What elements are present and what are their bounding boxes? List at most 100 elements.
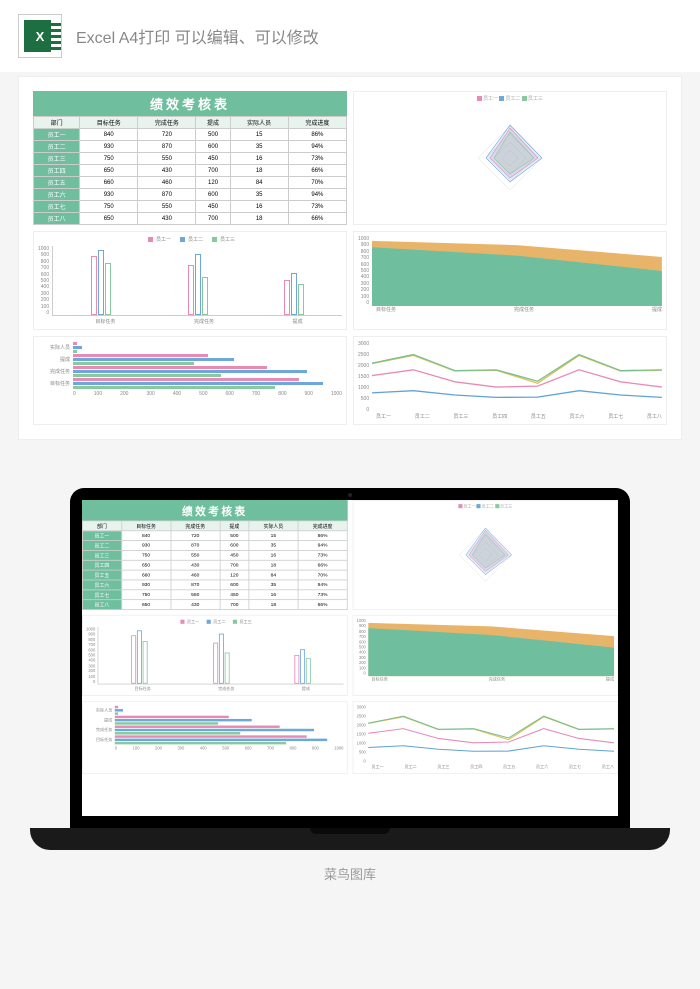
table-row: 员工三7505504501673%	[82, 550, 347, 560]
col-header: 实际人员	[230, 117, 288, 129]
bar-group	[188, 254, 208, 315]
bar	[294, 655, 299, 684]
table-title: 绩效考核表	[33, 91, 347, 116]
bar	[300, 649, 305, 683]
table-row: 员工五6604601208470%	[34, 177, 347, 189]
hbar	[73, 370, 307, 373]
bar	[131, 635, 136, 683]
hbar	[115, 719, 252, 721]
table-row: 员工六9308706003594%	[34, 189, 347, 201]
laptop-base	[30, 828, 670, 850]
preview-sheet: 绩效考核表部门目标任务完成任务提成实际人员完成进度员工一840720500158…	[18, 76, 682, 440]
hbar-row: 实际人员	[86, 706, 343, 715]
horizontal-bar-chart: 实际人员提成完成任务目标任务01002003004005006007008009…	[82, 701, 348, 774]
bar	[188, 265, 194, 315]
hbar-row: 完成任务	[38, 366, 342, 377]
performance-table: 绩效考核表部门目标任务完成任务提成实际人员完成进度员工一840720500158…	[33, 91, 347, 225]
bar-group	[294, 649, 310, 683]
table-row: 员工七7505504501673%	[82, 590, 347, 600]
bar-legend: 员工一员工二员工三	[38, 236, 342, 243]
bar	[224, 652, 229, 684]
performance-table: 绩效考核表部门目标任务完成任务提成实际人员完成进度员工一840720500158…	[82, 500, 348, 610]
hbar	[115, 729, 314, 731]
area-chart: 10009008007006005004003002001000目标任务完成任务…	[353, 615, 618, 696]
table-row: 员工二9308706003594%	[34, 141, 347, 153]
hbar	[115, 735, 307, 737]
excel-icon: X	[18, 14, 62, 58]
col-header: 部门	[82, 521, 121, 531]
hbar	[115, 716, 229, 718]
laptop-mockup: 绩效考核表部门目标任务完成任务提成实际人员完成进度员工一840720500158…	[0, 488, 700, 850]
laptop-screen: 绩效考核表部门目标任务完成任务提成实际人员完成进度员工一840720500158…	[70, 488, 630, 828]
table-row: 员工三7505504501673%	[34, 153, 347, 165]
bar	[306, 658, 311, 684]
hbar	[73, 350, 77, 353]
col-header: 目标任务	[121, 521, 170, 531]
bar-group	[213, 634, 229, 684]
radar-chart: 员工一 员工二 员工三	[353, 500, 618, 610]
hbar-row: 目标任务	[86, 735, 343, 744]
bar	[105, 263, 111, 316]
bar-chart: 员工一员工二员工三1000900800700600500400300200100…	[33, 231, 347, 330]
horizontal-bar-chart: 实际人员提成完成任务目标任务01002003004005006007008009…	[33, 336, 347, 425]
bar-group	[284, 273, 304, 315]
col-header: 完成任务	[138, 117, 196, 129]
bar	[195, 254, 201, 315]
bar-group	[131, 630, 147, 683]
hbar	[73, 342, 77, 345]
hbar	[73, 362, 194, 365]
table-title: 绩效考核表	[82, 500, 348, 521]
hbar-row: 提成	[38, 354, 342, 365]
col-header: 完成进度	[288, 117, 346, 129]
area-chart: 10009008007006005004003002001000目标任务完成任务…	[353, 231, 667, 330]
hbar-row: 提成	[86, 716, 343, 725]
hbar	[115, 709, 123, 711]
col-header: 目标任务	[80, 117, 138, 129]
hbar	[73, 366, 267, 369]
page-header: X Excel A4打印 可以编辑、可以修改	[0, 0, 700, 72]
hbar	[73, 374, 221, 377]
hbar	[115, 712, 119, 714]
table-row: 员工五6604601208470%	[82, 570, 347, 580]
excel-icon-label: X	[24, 20, 56, 52]
bar	[98, 250, 104, 315]
col-header: 部门	[34, 117, 80, 129]
hbar	[73, 358, 234, 361]
col-header: 完成任务	[171, 521, 220, 531]
table-row: 员工八6504307001866%	[82, 600, 347, 610]
table-row: 员工四6504307001866%	[82, 560, 347, 570]
table-row: 员工一8407205001586%	[82, 531, 347, 541]
table-row: 员工六9308706003594%	[82, 580, 347, 590]
table-row: 员工一8407205001586%	[34, 129, 347, 141]
hbar	[115, 722, 218, 724]
col-header: 实际人员	[249, 521, 298, 531]
header-text: Excel A4打印 可以编辑、可以修改	[76, 24, 319, 48]
hbar	[115, 706, 118, 708]
bar	[298, 284, 304, 316]
radar-chart: 员工一 员工二 员工三	[353, 91, 667, 225]
bar	[137, 630, 142, 683]
bar	[143, 641, 148, 684]
table-row: 员工八6504307001866%	[34, 213, 347, 225]
hbar	[115, 739, 328, 741]
col-header: 提成	[196, 117, 230, 129]
hbar	[73, 378, 299, 381]
bar-chart: 员工一员工二员工三1000900800700600500400300200100…	[82, 615, 348, 696]
bar	[91, 256, 97, 315]
hbar	[73, 386, 275, 389]
hbar	[73, 382, 323, 385]
hbar	[115, 742, 287, 744]
line-chart: 300025002000150010005000员工一员工二员工三员工四员工五员…	[353, 336, 667, 425]
hbar	[115, 732, 241, 734]
laptop-inner: 绩效考核表部门目标任务完成任务提成实际人员完成进度员工一840720500158…	[82, 500, 618, 816]
hbar	[115, 726, 280, 728]
hbar-row: 目标任务	[38, 378, 342, 389]
bar	[213, 642, 218, 683]
line-chart: 300025002000150010005000员工一员工二员工三员工四员工五员…	[353, 701, 618, 774]
table-row: 员工二9308706003594%	[82, 541, 347, 551]
hbar-row: 完成任务	[86, 726, 343, 735]
bar-group	[91, 250, 111, 315]
bar	[219, 634, 224, 684]
col-header: 完成进度	[298, 521, 347, 531]
bar	[291, 273, 297, 315]
